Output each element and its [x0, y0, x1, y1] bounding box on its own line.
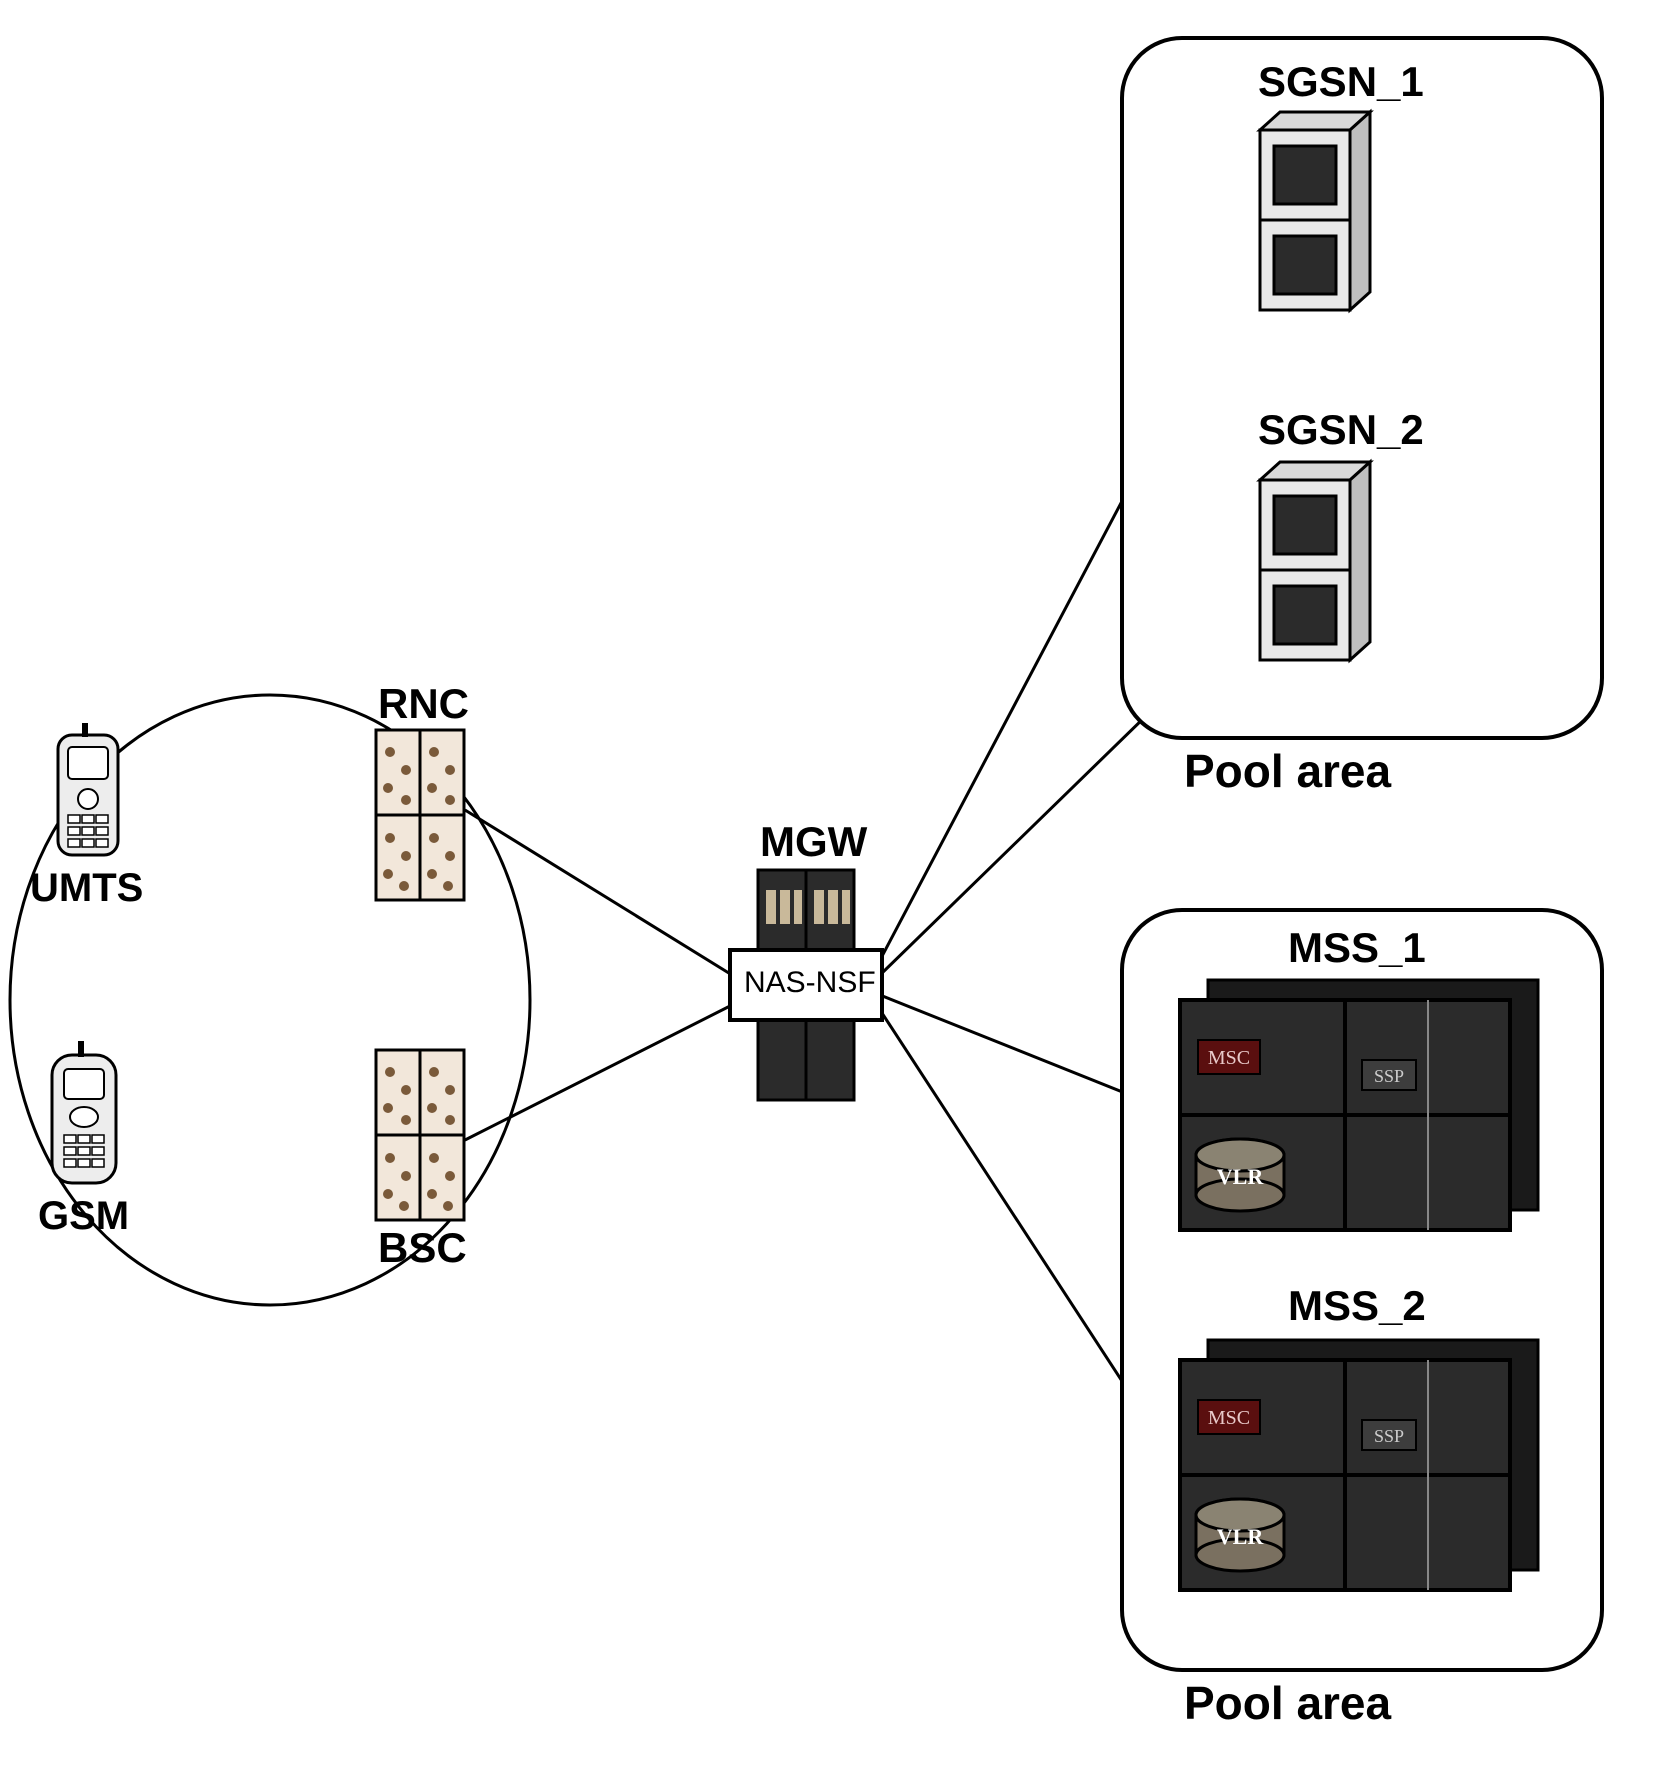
gsm-label: GSM: [38, 1194, 129, 1239]
network-diagram: MSC SSP VLR MSC SSP VLR: [0, 0, 1659, 1776]
gsm-phone-icon: [52, 1041, 116, 1183]
sgsn2-cabinet-icon: [1260, 462, 1370, 660]
mss-msc-label: MSC: [1208, 1047, 1250, 1069]
svg-text:VLR: VLR: [1217, 1524, 1265, 1549]
mss2-rack-icon: MSC SSP VLR: [1180, 1340, 1538, 1590]
svg-text:SSP: SSP: [1374, 1426, 1404, 1446]
rnc-label: RNC: [378, 680, 469, 728]
sgsn1-label: SGSN_1: [1258, 58, 1424, 106]
umts-label: UMTS: [30, 866, 143, 911]
sgsn2-label: SGSN_2: [1258, 406, 1424, 454]
bsc-node-icon: [376, 1050, 464, 1220]
svg-text:MSC: MSC: [1208, 1407, 1250, 1429]
pool-area-top-label: Pool area: [1184, 744, 1391, 798]
mss1-rack-icon: MSC SSP VLR: [1180, 980, 1538, 1230]
nas-nsf-label: NAS-NSF: [744, 966, 876, 1000]
mss-ssp-label: SSP: [1374, 1066, 1404, 1086]
sgsn1-cabinet-icon: [1260, 112, 1370, 310]
mgw-label: MGW: [760, 818, 867, 866]
mss1-label: MSS_1: [1288, 924, 1426, 972]
bsc-label: BSC: [378, 1224, 467, 1272]
mss2-label: MSS_2: [1288, 1282, 1426, 1330]
rnc-node-icon: [376, 730, 464, 900]
umts-phone-icon: [58, 723, 118, 855]
mss-vlr-label: VLR: [1217, 1164, 1265, 1189]
pool-area-bottom-label: Pool area: [1184, 1676, 1391, 1730]
